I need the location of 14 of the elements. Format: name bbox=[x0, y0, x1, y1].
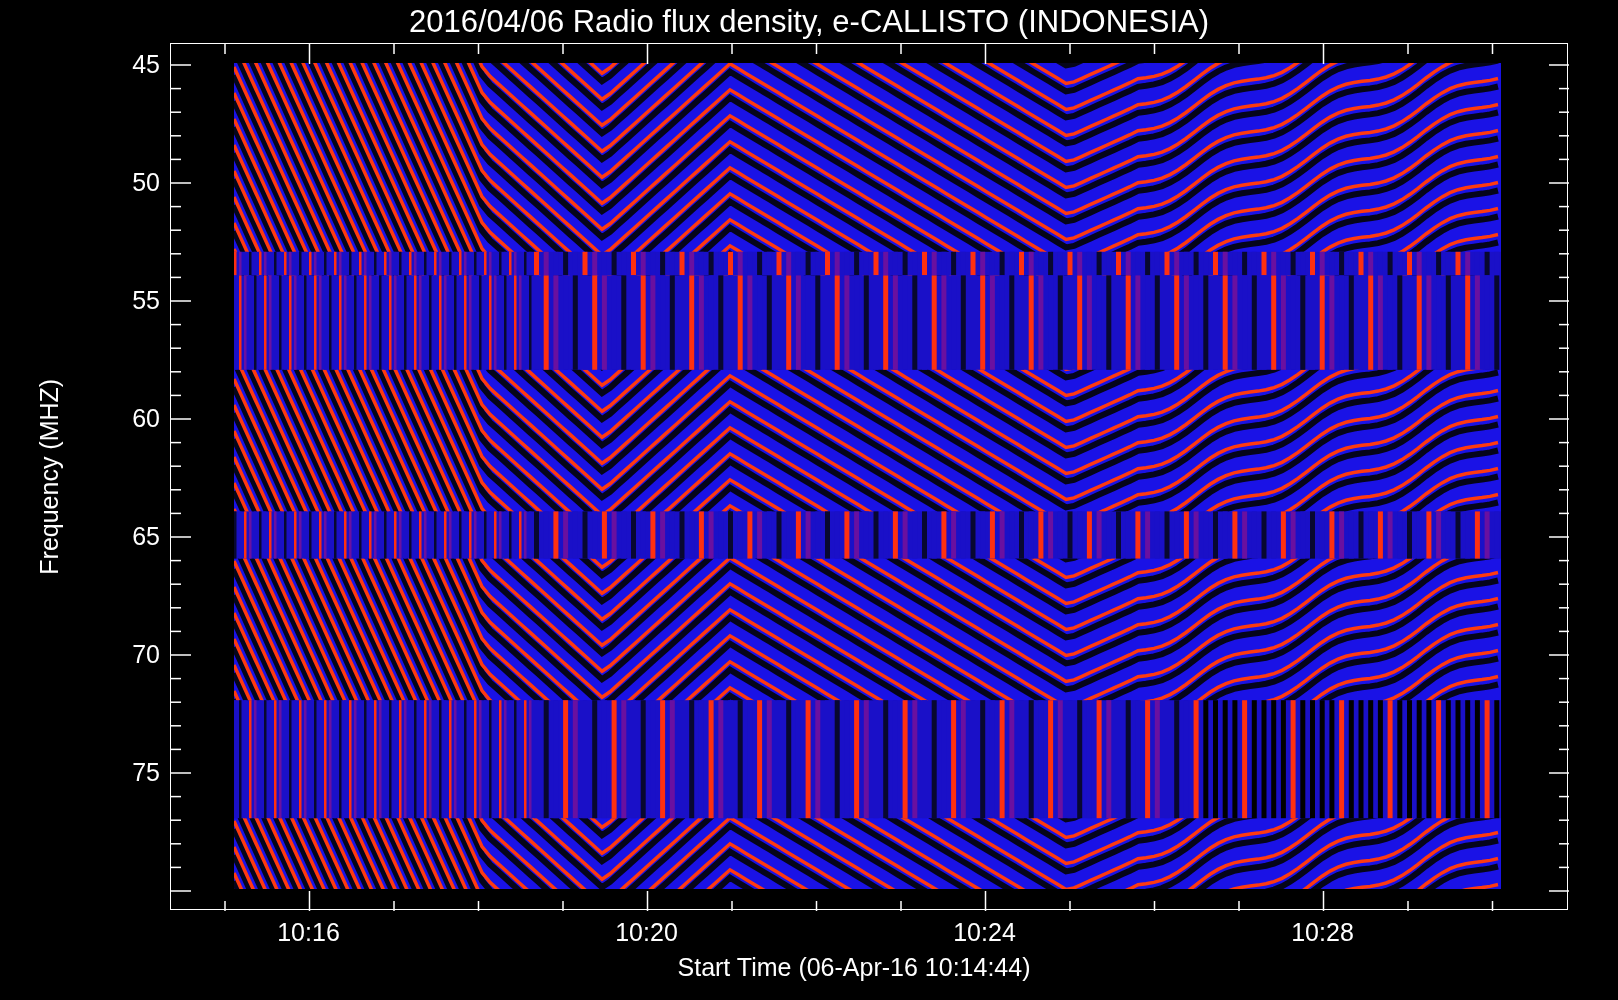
x-tick-label: 10:20 bbox=[615, 920, 678, 945]
x-tick-label: 10:24 bbox=[953, 920, 1016, 945]
y-tick-label: 65 bbox=[132, 524, 160, 549]
y-tick-label: 55 bbox=[132, 288, 160, 313]
y-axis-label: Frequency (MHZ) bbox=[34, 378, 65, 575]
y-tick-label: 75 bbox=[132, 760, 160, 785]
y-tick-label: 70 bbox=[132, 642, 160, 667]
y-tick-label: 60 bbox=[132, 406, 160, 431]
y-tick-label: 50 bbox=[132, 170, 160, 195]
x-tick-label: 10:28 bbox=[1291, 920, 1354, 945]
y-tick-label: 45 bbox=[132, 52, 160, 77]
chart-title: 2016/04/06 Radio flux density, e-CALLISTO (INDONESIA) bbox=[408, 6, 1210, 37]
x-tick-label: 10:16 bbox=[277, 920, 340, 945]
x-axis-label: Start Time (06-Apr-16 10:14:44) bbox=[677, 955, 1031, 980]
